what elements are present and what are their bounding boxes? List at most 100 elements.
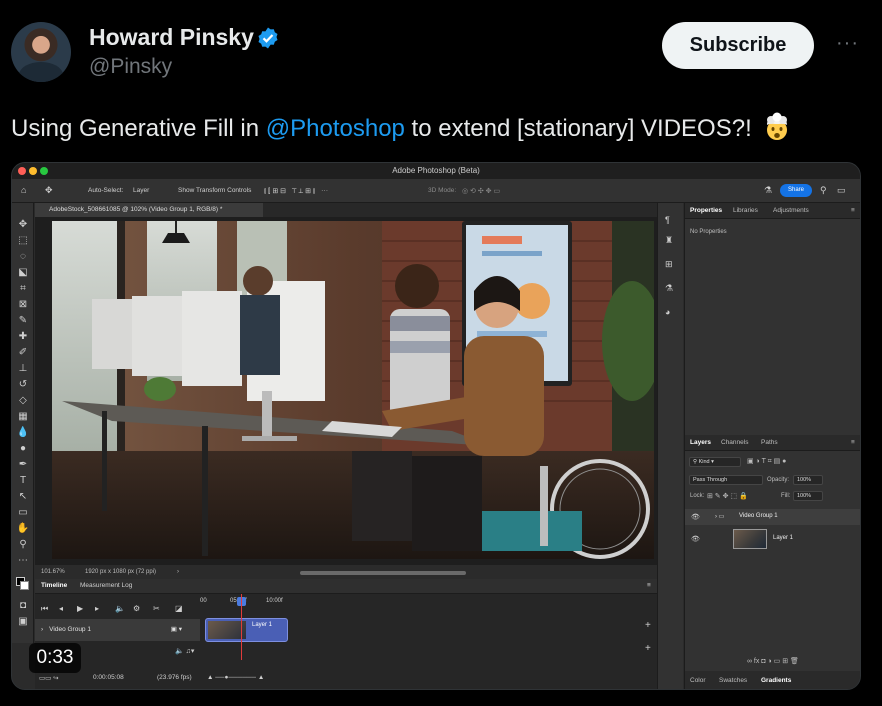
author-name[interactable]: Howard Pinsky [89,24,254,51]
home-icon[interactable]: ⌂ [21,185,26,195]
opacity-field[interactable]: 100% [793,475,823,485]
embedded-video[interactable]: Adobe Photoshop (Beta) ⌂ ✥ Auto-Select: … [11,162,861,690]
blur-tool-icon[interactable]: 💧 [16,426,30,440]
lasso-tool-icon[interactable]: ◌ [16,250,30,264]
canvas-image[interactable] [52,221,654,559]
mention-link[interactable]: @Photoshop [266,115,405,142]
track-menu-icon[interactable]: ▣ ▾ [171,625,182,633]
stamp-tool-icon[interactable]: ⊥ [16,362,30,376]
shape-tool-icon[interactable]: ▭ [16,506,30,520]
layer-filter-icons[interactable]: ▣ ◑ T ⌗ ▤ ● [747,457,786,466]
gradient-tool-icon[interactable]: ▦ [16,410,30,424]
frame-tool-icon[interactable]: ⊠ [16,298,30,312]
previous-frame-icon[interactable]: ◂ [59,604,63,613]
author-handle[interactable]: @Pinsky [89,55,172,79]
blend-mode-dropdown[interactable]: Pass Through [689,475,763,485]
document-size[interactable]: 1920 px x 1080 px (72 ppi) [85,569,156,575]
timeline-panel-tabs: Timeline Measurement Log ≡ [35,579,657,594]
transition-icon[interactable]: ◪ [175,604,183,613]
tab-timeline[interactable]: Timeline [41,582,67,589]
window-titlebar: Adobe Photoshop (Beta) [12,163,860,179]
next-frame-icon[interactable]: ▸ [95,604,99,613]
3d-mode-label: 3D Mode: [428,187,457,194]
brush-tool-icon[interactable]: ✐ [16,346,30,360]
subscribe-button[interactable]: Subscribe [662,22,814,69]
paragraph-panel-icon[interactable]: ♜ [665,235,673,246]
move-tool-icon[interactable]: ✥ [16,218,30,232]
tab-properties[interactable]: Properties [690,207,722,214]
3d-mode-icons[interactable]: ◎ ⟲ ✣ ✥ ▭ [462,187,500,195]
canvas-area[interactable] [35,217,657,565]
track-expand-icon[interactable]: › [41,626,43,633]
eyedropper-tool-icon[interactable]: ✎ [16,314,30,328]
beaker-panel-icon[interactable]: ⚗ [665,283,673,294]
panel-menu-icon[interactable]: ≡ [851,207,855,214]
document-tab[interactable]: AdobeStock_508661085 @ 102% (Video Group… [35,203,263,217]
layers-menu-icon[interactable]: ≡ [851,439,855,446]
status-arrow-icon[interactable]: › [177,569,179,575]
video-group-track[interactable]: › Video Group 1 ▣ ▾ [35,619,200,641]
lock-icons[interactable]: ⊞ ✎ ✥ ⬚ 🔒 [707,492,748,500]
layer-actions-icons[interactable]: ∞ fx ◘ ◑ ▭ ⊞ 🗑 [747,657,799,665]
audio-volume-icon[interactable]: 🔈 ♫▾ [175,647,194,655]
tab-adjustments[interactable]: Adjustments [773,207,809,214]
eraser-tool-icon[interactable]: ◇ [16,394,30,408]
tab-swatches[interactable]: Swatches [719,677,747,684]
object-select-tool-icon[interactable]: ⬕ [16,266,30,280]
marquee-tool-icon[interactable]: ⬚ [16,234,30,248]
hand-tool-icon[interactable]: ✋ [16,522,30,536]
split-icon[interactable]: ✂ [153,604,160,613]
settings-icon[interactable]: ⚙ [133,604,140,613]
type-tool-icon[interactable]: T [16,474,30,488]
tab-measurement-log[interactable]: Measurement Log [80,582,132,589]
beaker-icon[interactable]: ⚗ [764,185,772,196]
audio-icon[interactable]: 🔈 [115,604,125,613]
play-icon[interactable]: ▶ [77,604,83,613]
zoom-slider[interactable]: ▲ ──●────── ▲ [207,674,264,681]
author-avatar[interactable] [11,22,71,82]
dodge-tool-icon[interactable]: ● [16,442,30,456]
layer-filter-dropdown[interactable]: ⚲ Kind ▾ [689,457,741,467]
workspace-icon[interactable]: ▭ [837,185,846,196]
add-media-icon[interactable]: + [645,620,651,631]
quick-mask-icon[interactable]: ◘ [16,599,30,613]
pen-tool-icon[interactable]: ✒ [16,458,30,472]
go-to-first-frame-icon[interactable]: ⏮ [41,604,48,614]
zoom-tool-icon[interactable]: ⚲ [16,538,30,552]
more-tools-icon[interactable]: ⋯ [16,554,30,568]
tab-gradients[interactable]: Gradients [761,677,791,684]
crop-tool-icon[interactable]: ⌗ [16,282,30,296]
visibility-eye-icon[interactable]: 👁 [691,513,700,521]
render-icon[interactable]: ▭▭ ↪ [39,674,59,682]
timeline-menu-icon[interactable]: ≡ [647,582,651,589]
align-icons[interactable]: ⫾ ⫿ ⊞ ⊟ ⊤ ⊥ ⊞ ⫾ ⋯ [264,187,328,196]
layer-row-video-group[interactable]: 👁 › ▭ Video Group 1 [685,509,860,525]
tab-channels[interactable]: Channels [721,439,748,446]
layer-thumbnail [733,529,767,549]
path-select-tool-icon[interactable]: ↖ [16,490,30,504]
share-button[interactable]: Share [780,184,812,197]
more-options-icon[interactable]: ··· [836,32,859,55]
tab-color[interactable]: Color [690,677,706,684]
color-swatches-icon[interactable] [16,577,30,591]
move-tool-icon[interactable]: ✥ [45,185,53,196]
glyphs-panel-icon[interactable]: ⊞ [665,259,673,270]
tab-paths[interactable]: Paths [761,439,778,446]
search-icon[interactable]: ⚲ [820,185,827,196]
tab-libraries[interactable]: Libraries [733,207,758,214]
history-brush-icon[interactable]: ↺ [16,378,30,392]
fill-field[interactable]: 100% [793,491,823,501]
show-transform-controls-checkbox[interactable]: Show Transform Controls [178,187,251,194]
auto-select-dropdown[interactable]: Layer [133,187,149,194]
tab-layers[interactable]: Layers [690,439,711,446]
color-wheel-icon[interactable]: ◕ [665,307,670,317]
visibility-eye-icon[interactable]: 👁 [691,535,700,543]
screen-mode-icon[interactable]: ▣ [16,615,30,629]
frame-rate: (23.976 fps) [157,674,192,681]
character-panel-icon[interactable]: ¶ [665,215,670,225]
add-audio-icon[interactable]: + [645,643,651,654]
layer-row-layer-1[interactable]: 👁 Layer 1 [685,525,860,553]
video-clip[interactable]: Layer 1 [205,618,288,642]
healing-tool-icon[interactable]: ✚ [16,330,30,344]
zoom-level[interactable]: 101.67% [41,569,65,575]
